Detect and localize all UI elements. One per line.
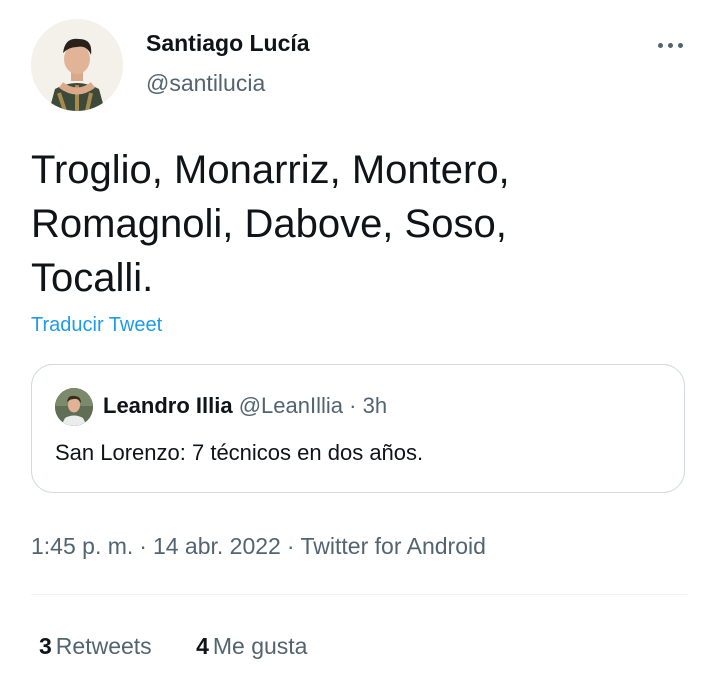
meta-separator: · — [286, 533, 295, 559]
tweet-text-line: Romagnoli, Dabove, Soso, — [31, 202, 507, 246]
author-avatar[interactable] — [31, 19, 123, 111]
quoted-tweet[interactable]: Leandro Illia @LeanIllia · 3h San Lorenz… — [31, 364, 685, 493]
more-options-button[interactable] — [650, 28, 690, 62]
retweets-count: 3 — [39, 633, 52, 659]
more-horizontal-icon — [667, 42, 673, 48]
likes-count: 4 — [196, 633, 209, 659]
more-horizontal-icon — [657, 42, 663, 48]
likes-label: Me gusta — [212, 633, 308, 659]
tweet-text-line: Troglio, Monarriz, Montero, — [31, 148, 510, 192]
divider — [31, 594, 687, 595]
quoted-author-name[interactable]: Leandro Illia — [103, 393, 233, 418]
tweet-text-line: Tocalli. — [31, 256, 154, 300]
author-name[interactable]: Santiago Lucía — [146, 30, 310, 57]
quoted-time[interactable]: 3h — [363, 393, 387, 418]
quoted-separator: · — [349, 393, 357, 418]
tweet-time[interactable]: 1:45 p. m. — [31, 533, 133, 559]
avatar-image — [31, 19, 123, 111]
quoted-author-handle[interactable]: @LeanIllia — [239, 393, 343, 418]
translate-tweet-link[interactable]: Traducir Tweet — [31, 314, 162, 337]
tweet-text: Troglio, Monarriz, Montero, Romagnoli, D… — [31, 143, 691, 305]
retweets-stat[interactable]: 3 Retweets — [39, 633, 152, 659]
quoted-author-avatar[interactable] — [55, 388, 93, 426]
tweet-stats: 3 Retweets 4 Me gusta — [39, 633, 345, 660]
quoted-tweet-header: Leandro Illia @LeanIllia · 3h — [103, 393, 387, 419]
author-handle[interactable]: @santilucia — [146, 70, 265, 97]
tweet-date[interactable]: 14 abr. 2022 — [153, 533, 281, 559]
more-horizontal-icon — [677, 42, 683, 48]
tweet-source[interactable]: Twitter for Android — [301, 533, 486, 559]
avatar-image — [55, 388, 93, 426]
tweet-metadata: 1:45 p. m. · 14 abr. 2022 · Twitter for Andr… — [31, 533, 486, 560]
likes-stat[interactable]: 4 Me gusta — [196, 633, 307, 659]
quoted-tweet-text: San Lorenzo: 7 técnicos en dos años. — [55, 440, 424, 465]
retweets-label: Retweets — [55, 633, 152, 659]
meta-separator: · — [139, 533, 147, 559]
